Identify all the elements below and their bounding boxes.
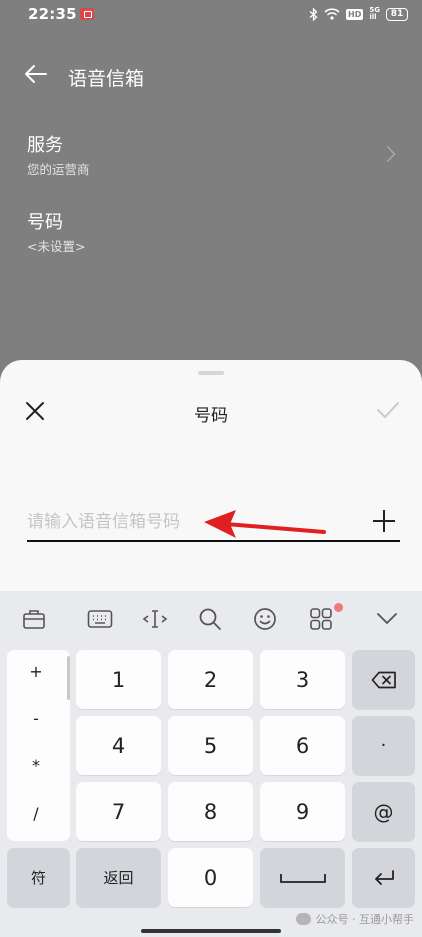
key-8[interactable]: 8 bbox=[168, 782, 253, 841]
keyboard-icon[interactable] bbox=[86, 605, 114, 633]
confirm-check-icon[interactable] bbox=[376, 400, 400, 420]
symbol-key-minus[interactable]: - bbox=[7, 709, 65, 728]
wifi-icon bbox=[324, 8, 340, 20]
key-2[interactable]: 2 bbox=[168, 650, 253, 709]
space-key[interactable] bbox=[260, 848, 345, 907]
status-bar: 22:35 HD 5G ill 81 bbox=[0, 0, 422, 30]
back-arrow-icon[interactable] bbox=[24, 64, 48, 84]
emoji-icon[interactable] bbox=[251, 605, 279, 633]
red-arrow-annotation bbox=[202, 508, 326, 544]
symbol-switch-key[interactable]: 符 bbox=[7, 848, 70, 907]
key-7[interactable]: 7 bbox=[76, 782, 161, 841]
watermark: 公众号 · 互通小帮手 bbox=[295, 911, 415, 927]
briefcase-icon[interactable] bbox=[20, 605, 48, 633]
search-icon[interactable] bbox=[196, 605, 224, 633]
key-4[interactable]: 4 bbox=[76, 716, 161, 775]
wechat-icon bbox=[295, 913, 311, 925]
cursor-move-icon[interactable] bbox=[141, 605, 169, 633]
hd-badge: HD bbox=[346, 8, 364, 20]
sheet-title: 号码 bbox=[194, 406, 228, 426]
drag-handle[interactable] bbox=[198, 371, 224, 375]
key-6[interactable]: 6 bbox=[260, 716, 345, 775]
watermark-text: 公众号 · 互通小帮手 bbox=[315, 913, 415, 926]
at-key[interactable]: @ bbox=[352, 782, 415, 841]
bluetooth-icon bbox=[309, 7, 318, 21]
backspace-icon bbox=[371, 671, 397, 689]
key-0[interactable]: 0 bbox=[168, 848, 253, 907]
notification-dot bbox=[334, 603, 343, 612]
return-key[interactable]: 返回 bbox=[76, 848, 161, 907]
symbol-key-slash[interactable]: / bbox=[7, 804, 65, 823]
keyboard-toolbar bbox=[0, 591, 422, 647]
enter-key[interactable] bbox=[352, 848, 415, 907]
battery-indicator: 81 bbox=[386, 7, 408, 21]
add-contact-icon[interactable] bbox=[372, 509, 396, 533]
page-header: 语音信箱 bbox=[0, 55, 422, 95]
status-icons: HD 5G ill 81 bbox=[309, 7, 408, 21]
symbol-column: + - * / bbox=[7, 650, 70, 841]
backspace-key[interactable] bbox=[352, 650, 415, 709]
number-title: 号码 bbox=[27, 212, 63, 233]
screen-record-icon bbox=[80, 8, 94, 20]
key-1[interactable]: 1 bbox=[76, 650, 161, 709]
key-5[interactable]: 5 bbox=[168, 716, 253, 775]
dot-key[interactable]: · bbox=[352, 716, 415, 775]
service-subtitle: 您的运营商 bbox=[27, 162, 90, 177]
status-time: 22:35 bbox=[28, 5, 77, 23]
service-row[interactable]: 服务 您的运营商 bbox=[0, 131, 422, 197]
key-9[interactable]: 9 bbox=[260, 782, 345, 841]
page-title: 语音信箱 bbox=[68, 68, 145, 90]
chevron-right-icon bbox=[386, 145, 396, 163]
symbol-key-plus[interactable]: + bbox=[7, 662, 65, 681]
chevron-down-icon[interactable] bbox=[373, 605, 401, 633]
network-indicator: 5G ill bbox=[369, 7, 380, 21]
symbol-scrollbar bbox=[67, 656, 70, 700]
number-row[interactable]: 号码 <未设置> bbox=[0, 208, 422, 274]
home-indicator[interactable] bbox=[141, 929, 281, 933]
signal-bars: ill bbox=[369, 13, 377, 21]
key-3[interactable]: 3 bbox=[260, 650, 345, 709]
service-title: 服务 bbox=[27, 135, 63, 156]
numeric-keyboard: + - * / 1 2 3 4 5 6 · 7 8 9 @ 符 返回 0 公众号… bbox=[0, 591, 422, 937]
apps-icon[interactable] bbox=[307, 605, 335, 633]
symbol-key-asterisk[interactable]: * bbox=[7, 756, 65, 775]
enter-icon bbox=[372, 869, 396, 887]
number-subtitle: <未设置> bbox=[27, 239, 86, 254]
space-icon bbox=[279, 872, 327, 884]
